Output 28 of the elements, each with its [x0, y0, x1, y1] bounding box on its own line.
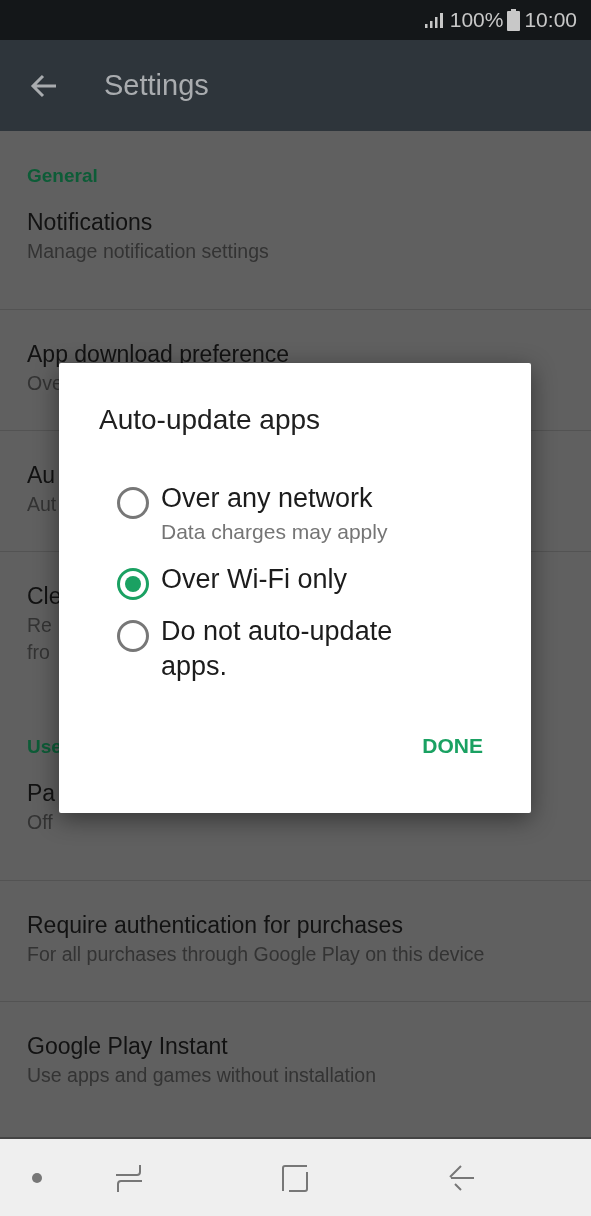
setting-title: Cle	[27, 582, 62, 611]
dialog-title: Auto-update apps	[99, 403, 322, 437]
battery-percent: 100%	[449, 7, 504, 34]
radio-button[interactable]	[117, 487, 149, 519]
option-label: Do not auto-update apps.	[161, 614, 394, 683]
setting-title: Google Play Instant	[27, 1032, 228, 1061]
section-header: General	[27, 164, 98, 188]
setting-title: Notifications	[27, 208, 153, 237]
battery-icon	[507, 9, 521, 31]
setting-title: Pa	[27, 779, 56, 808]
done-button[interactable]: DONE	[414, 723, 491, 768]
setting-title: Au	[27, 461, 56, 490]
option-label: Over any network	[161, 482, 374, 515]
section-header: Use	[27, 735, 62, 759]
recent-apps-icon[interactable]	[115, 1163, 143, 1192]
radio-button[interactable]	[117, 567, 149, 600]
option-label: Over Wi-Fi only	[161, 562, 347, 596]
radio-button[interactable]	[117, 619, 149, 652]
back-arrow-icon[interactable]	[30, 73, 58, 98]
app-bar-title: Settings	[104, 67, 209, 103]
setting-title: Require authentication for purchases	[27, 911, 403, 940]
setting-title: App download preference	[27, 340, 290, 369]
back-icon[interactable]	[447, 1163, 475, 1192]
option-summary: Data charges may apply	[161, 519, 388, 546]
dot-icon[interactable]	[31, 1171, 43, 1184]
clock: 10:00	[524, 7, 577, 34]
home-icon[interactable]	[281, 1163, 309, 1192]
signal-icon	[423, 12, 446, 28]
